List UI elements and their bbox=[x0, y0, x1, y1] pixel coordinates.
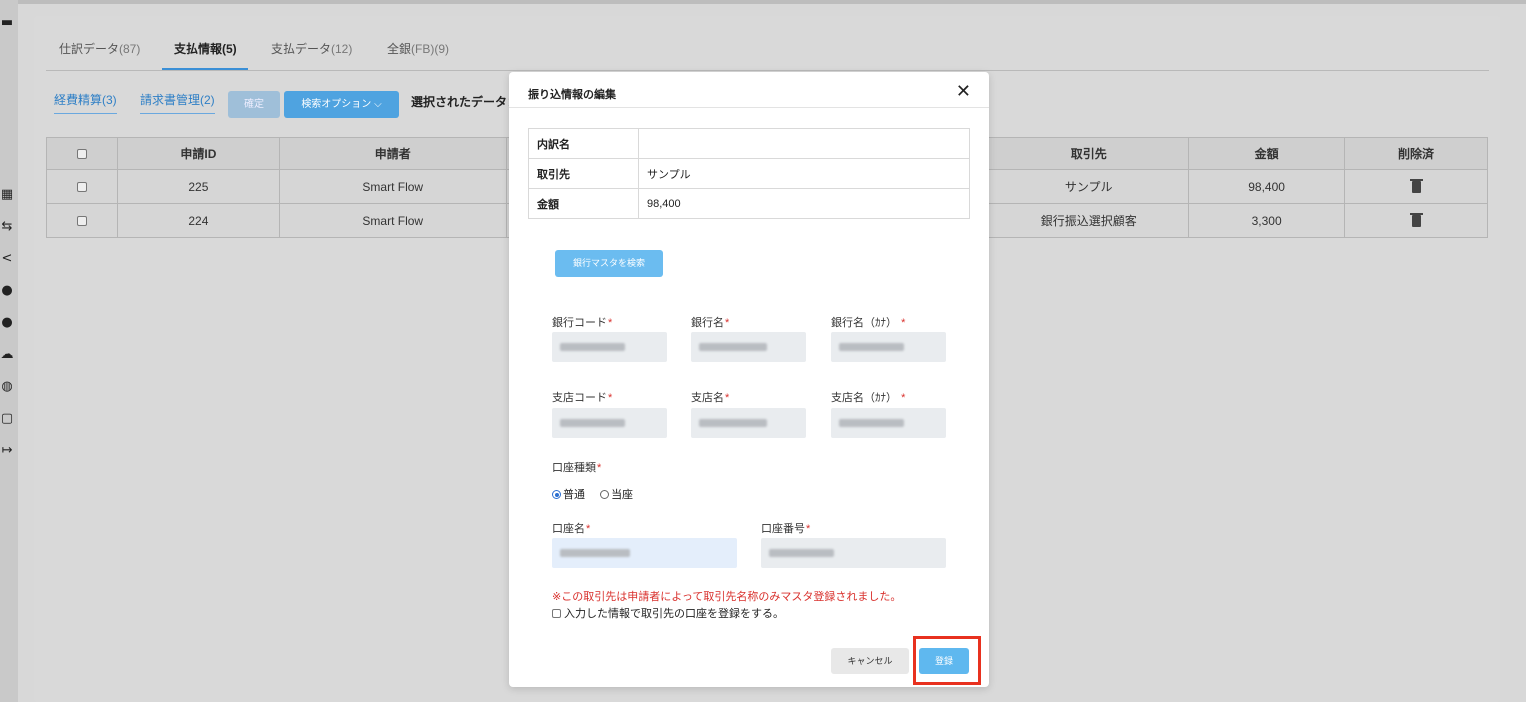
bank-name-kana-input[interactable] bbox=[831, 332, 946, 362]
summary-value: 98,400 bbox=[638, 188, 970, 219]
subtab-expense[interactable]: 経費精算(3) bbox=[54, 91, 117, 114]
select-all-checkbox[interactable] bbox=[76, 149, 87, 160]
globe-icon[interactable]: ◍ bbox=[0, 380, 14, 394]
row-select-cell bbox=[46, 203, 118, 238]
summary-key: 内訳名 bbox=[528, 128, 639, 159]
branch-name-label: 支店名* bbox=[691, 392, 730, 404]
branch-code-label: 支店コード* bbox=[552, 392, 613, 404]
tab-journal-data[interactable]: 仕訳データ(87) bbox=[59, 40, 140, 57]
register-account-checkbox-row[interactable]: 入力した情報で取引先の口座を登録をする。 bbox=[552, 605, 784, 621]
bank-name-input[interactable] bbox=[691, 332, 806, 362]
modal-header: 振り込情報の編集 ✕ bbox=[509, 72, 989, 108]
cell-partner: サンプル bbox=[988, 169, 1190, 204]
left-sidebar: ▬ ▦ ⇆ < ● ● ☁ ◍ ▢ ↦ bbox=[0, 0, 18, 702]
redacted-value bbox=[839, 343, 904, 351]
modal-title: 振り込情報の編集 bbox=[528, 89, 616, 101]
users-icon[interactable]: ● bbox=[0, 316, 14, 330]
redacted-value bbox=[560, 549, 630, 557]
row-checkbox[interactable] bbox=[76, 216, 87, 227]
redacted-value bbox=[560, 343, 625, 351]
cancel-button[interactable]: キャンセル bbox=[831, 648, 909, 674]
account-type-group: 普通 当座 bbox=[552, 486, 633, 502]
wallet-icon[interactable]: ▬ bbox=[0, 16, 14, 30]
row-checkbox[interactable] bbox=[76, 182, 87, 193]
column-header: 金額 bbox=[1188, 137, 1346, 170]
transfer-icon[interactable]: ⇆ bbox=[0, 220, 14, 234]
branch-name-kana-input[interactable] bbox=[831, 408, 946, 438]
logout-icon[interactable]: ↦ bbox=[0, 444, 14, 458]
account-name-label: 口座名* bbox=[552, 523, 591, 535]
bank-name-label: 銀行名* bbox=[691, 317, 730, 329]
trash-icon[interactable] bbox=[1409, 213, 1423, 228]
confirm-button[interactable]: 確定 bbox=[228, 91, 280, 118]
share-icon[interactable]: < bbox=[0, 252, 14, 266]
bank-name-kana-label: 銀行名（ｶﾅ） * bbox=[831, 317, 906, 329]
account-type-label: 口座種類* bbox=[552, 462, 602, 474]
column-header: 削除済 bbox=[1344, 137, 1488, 170]
column-header: 申請者 bbox=[278, 137, 507, 170]
register-account-label: 入力した情報で取引先の口座を登録をする。 bbox=[564, 608, 784, 620]
summary-value bbox=[638, 128, 970, 159]
account-number-input[interactable] bbox=[761, 538, 946, 568]
cell-partner: 銀行振込選択顧客 bbox=[988, 203, 1190, 238]
selected-data-label: 選択されたデータ： bbox=[411, 95, 520, 109]
tab-zengin[interactable]: 全銀(FB)(9) bbox=[387, 40, 449, 57]
cell-delete bbox=[1344, 169, 1488, 204]
summary-value: サンプル bbox=[638, 158, 970, 189]
bank-master-search-button[interactable]: 銀行マスタを検索 bbox=[555, 250, 663, 277]
edit-transfer-modal: 振り込情報の編集 ✕ 内訳名 取引先 サンプル 金額 98,400 銀行マスタを… bbox=[509, 72, 989, 687]
summary-key: 取引先 bbox=[528, 158, 639, 189]
select-all-cell bbox=[46, 137, 118, 170]
branch-name-kana-label: 支店名（ｶﾅ） * bbox=[831, 392, 906, 404]
close-icon[interactable]: ✕ bbox=[956, 81, 971, 102]
account-type-ordinary[interactable]: 普通 bbox=[552, 489, 585, 501]
cell-amount: 3,300 bbox=[1188, 203, 1346, 238]
cloud-upload-icon[interactable]: ☁ bbox=[0, 348, 14, 362]
radio-selected-icon bbox=[552, 490, 561, 499]
cell-delete bbox=[1344, 203, 1488, 238]
branch-name-input[interactable] bbox=[691, 408, 806, 438]
subtab-invoice[interactable]: 請求書管理(2) bbox=[140, 91, 215, 114]
search-options-button[interactable]: 検索オプション ⌵ bbox=[284, 91, 399, 118]
summary-table: 内訳名 取引先 サンプル 金額 98,400 bbox=[528, 128, 970, 219]
redacted-value bbox=[769, 549, 834, 557]
register-account-checkbox[interactable] bbox=[552, 609, 561, 618]
tab-payment-info[interactable]: 支払情報(5) bbox=[174, 40, 237, 57]
bank-code-input[interactable] bbox=[552, 332, 667, 362]
account-type-current[interactable]: 当座 bbox=[600, 489, 633, 501]
table-row: 取引先 サンプル bbox=[528, 158, 970, 189]
tabs-divider bbox=[46, 70, 1489, 71]
cell-applicant: Smart Flow bbox=[278, 169, 507, 204]
lock-icon[interactable]: ▢ bbox=[0, 412, 14, 426]
top-strip bbox=[0, 0, 1526, 4]
radio-unselected-icon bbox=[600, 490, 610, 499]
table-row: 内訳名 bbox=[528, 128, 970, 159]
redacted-value bbox=[699, 419, 767, 427]
bank-code-label: 銀行コード* bbox=[552, 317, 613, 329]
cell-applicant: Smart Flow bbox=[278, 203, 507, 238]
register-highlight-box bbox=[913, 636, 981, 685]
table-row: 金額 98,400 bbox=[528, 188, 970, 219]
column-header: 申請ID bbox=[116, 137, 280, 170]
cell-id: 224 bbox=[116, 203, 280, 238]
account-name-input[interactable] bbox=[552, 538, 737, 568]
grid-icon[interactable]: ▦ bbox=[0, 188, 14, 202]
branch-code-input[interactable] bbox=[552, 408, 667, 438]
tab-payment-data[interactable]: 支払データ(12) bbox=[271, 40, 352, 57]
cell-amount: 98,400 bbox=[1188, 169, 1346, 204]
notice-text: ※この取引先は申請者によって取引先名称のみマスタ登録されました。 bbox=[552, 591, 902, 603]
user-edit-icon[interactable]: ● bbox=[0, 284, 14, 298]
cell-id: 225 bbox=[116, 169, 280, 204]
redacted-value bbox=[699, 343, 767, 351]
row-select-cell bbox=[46, 169, 118, 204]
redacted-value bbox=[839, 419, 904, 427]
trash-icon[interactable] bbox=[1409, 179, 1423, 194]
account-number-label: 口座番号* bbox=[761, 523, 811, 535]
redacted-value bbox=[560, 419, 625, 427]
column-header: 取引先 bbox=[988, 137, 1190, 170]
summary-key: 金額 bbox=[528, 188, 639, 219]
